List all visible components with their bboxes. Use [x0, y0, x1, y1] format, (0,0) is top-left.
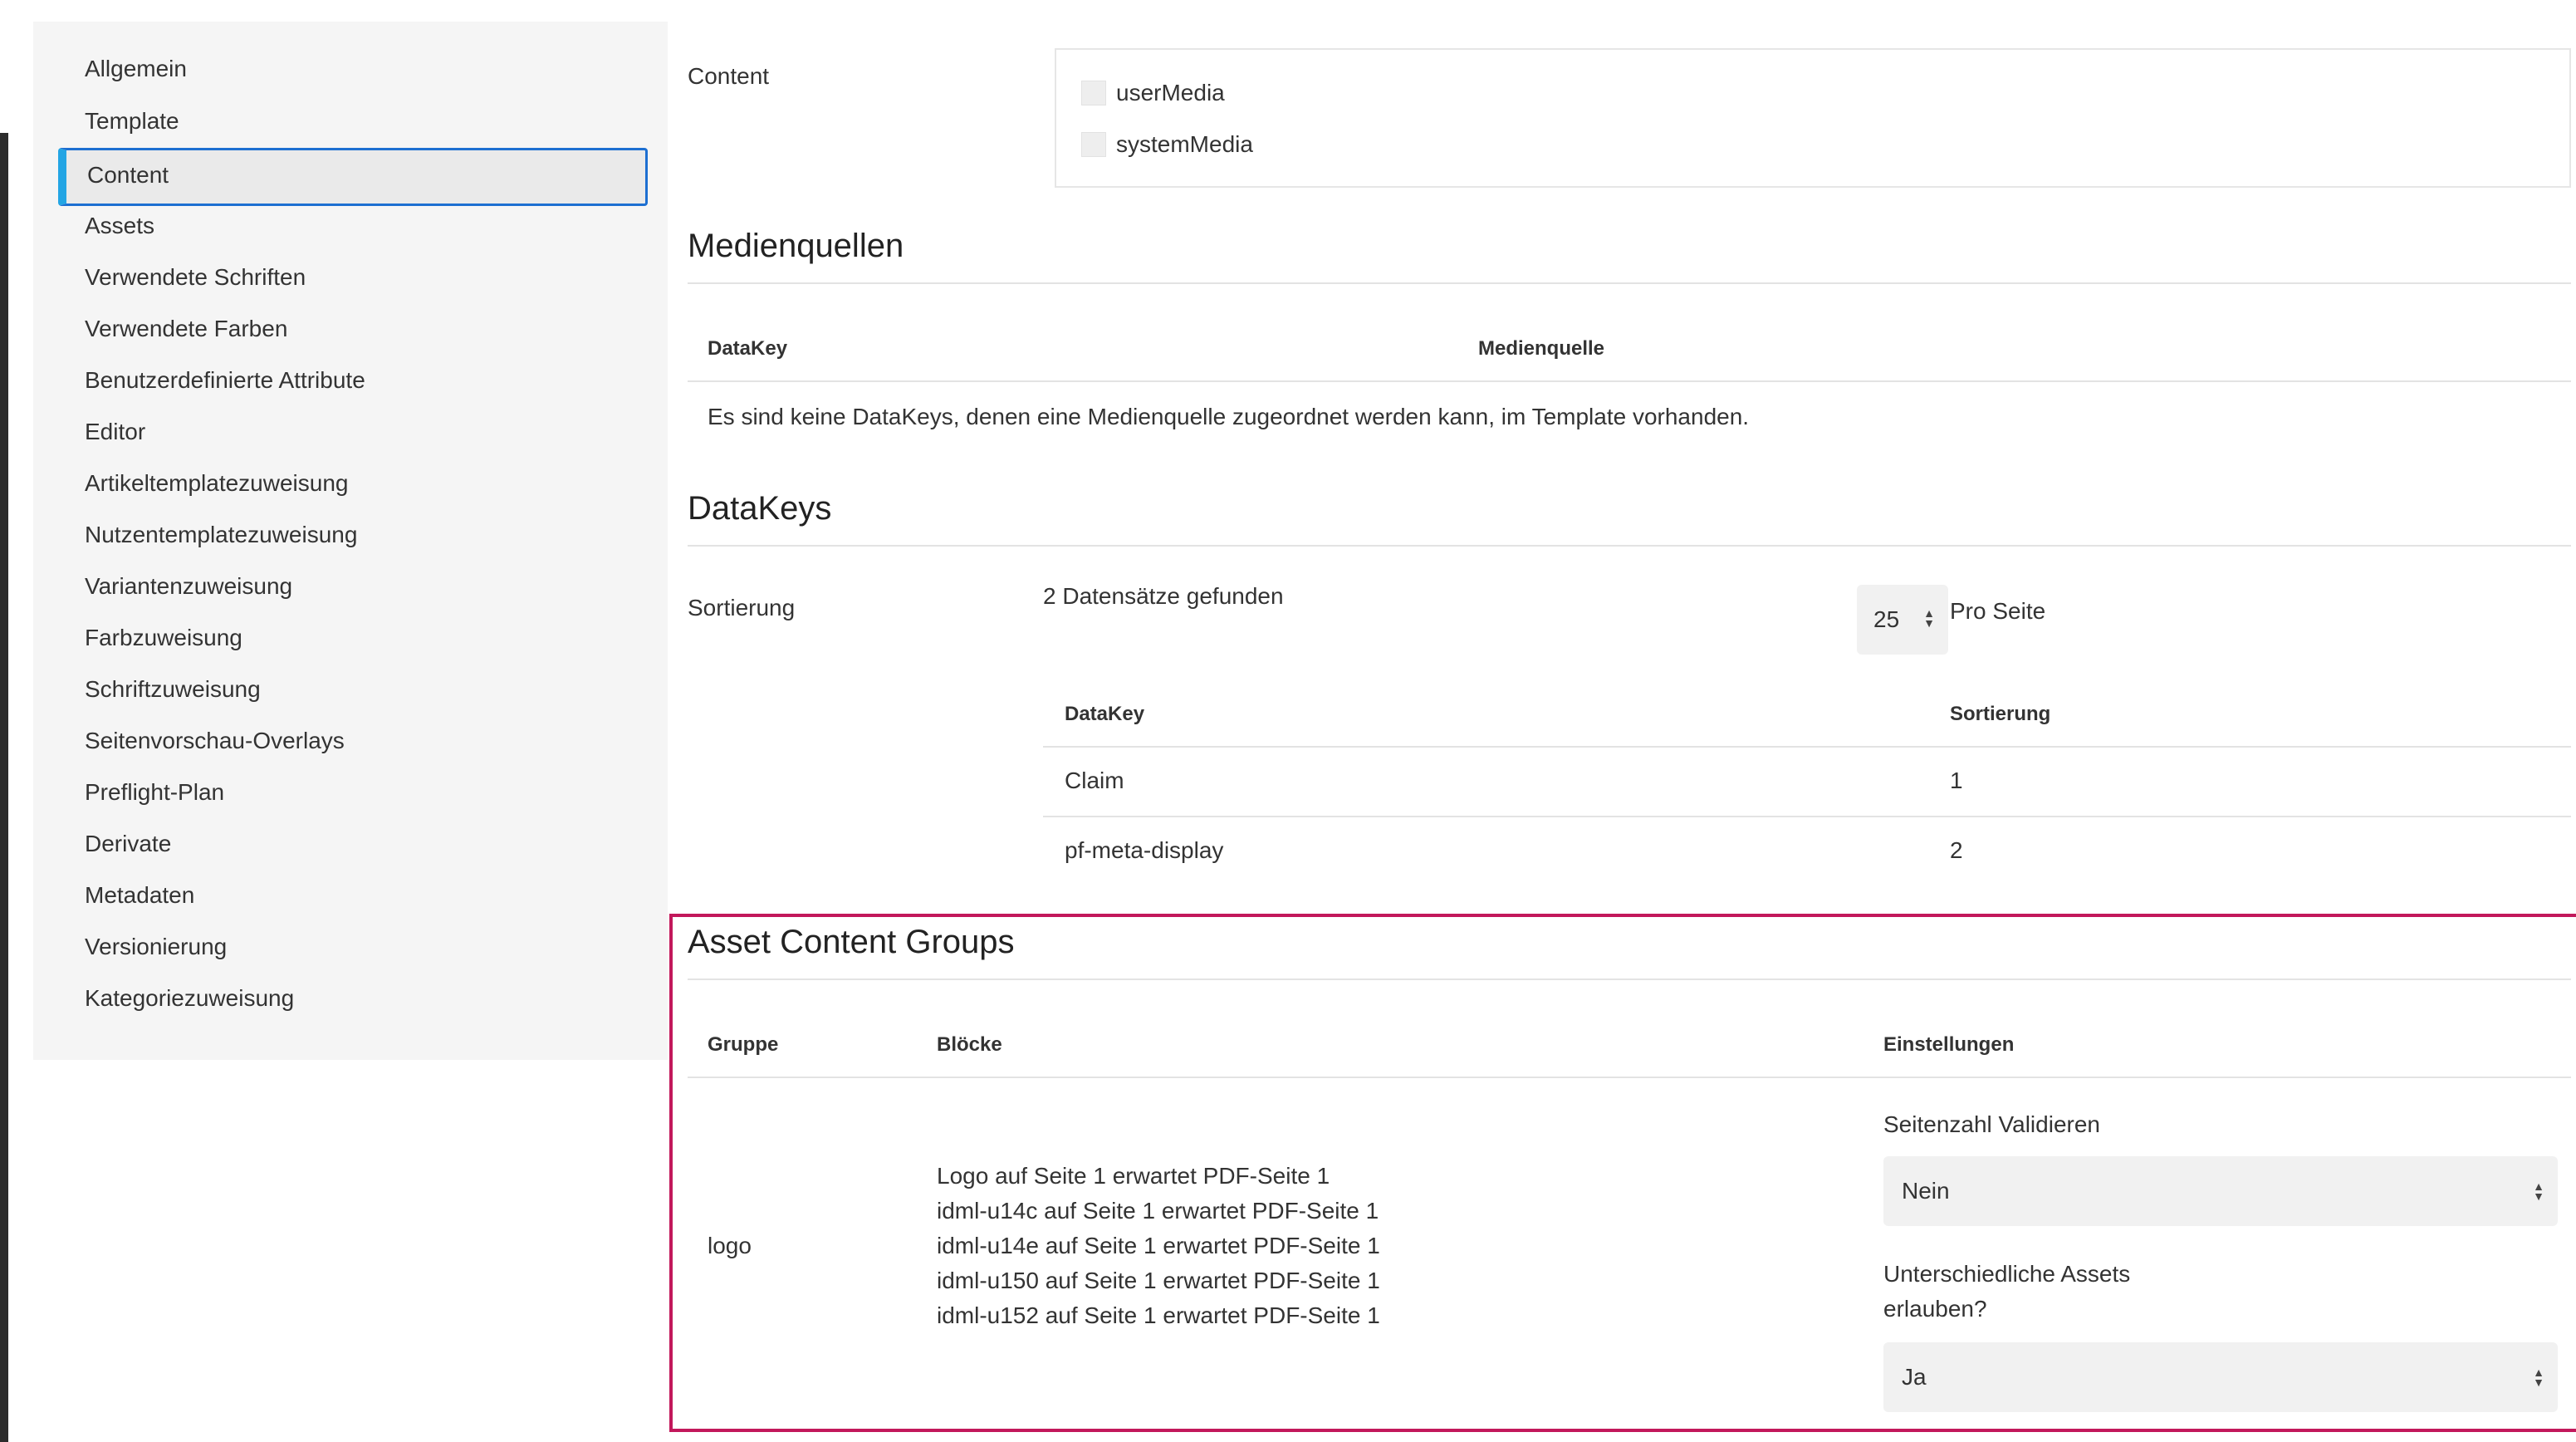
asset-col-einstellungen: Einstellungen	[1883, 1033, 2015, 1056]
sidebar-item-farben[interactable]: Verwendete Farben	[58, 302, 648, 356]
divider	[688, 545, 2571, 547]
per-page-value: 25	[1873, 606, 1900, 632]
medienquellen-col-datakey: DataKey	[708, 337, 788, 360]
medienquellen-col-medienquelle: Medienquelle	[1478, 337, 1605, 360]
datakey-row-2-key: pf-meta-display	[1065, 837, 1224, 863]
block-line-5: idml-u152 auf Seite 1 erwartet PDF-Seite…	[937, 1302, 1380, 1328]
asset-col-bloecke: Blöcke	[937, 1033, 1002, 1056]
per-page-select[interactable]: 25 ▲ ▼	[1857, 585, 1948, 655]
datakeys-col-sortierung: Sortierung	[1950, 703, 2051, 725]
datakeys-heading: DataKeys	[688, 490, 832, 527]
sidebar-item-artikeltemplatezuweisung[interactable]: Artikeltemplatezuweisung	[58, 456, 648, 511]
divider	[688, 1077, 2571, 1078]
sidebar: Allgemein Template Content Assets Verwen…	[33, 22, 668, 1060]
sidebar-item-metadaten[interactable]: Metadaten	[58, 868, 648, 923]
asset-group-name: logo	[708, 1233, 752, 1258]
assets-erlauben-label-line1: Unterschiedliche Assets	[1883, 1261, 2131, 1287]
select-arrows-icon: ▲ ▼	[2533, 1366, 2544, 1389]
asset-groups-heading: Asset Content Groups	[688, 924, 1015, 960]
block-line-2: idml-u14c auf Seite 1 erwartet PDF-Seite…	[937, 1198, 1379, 1224]
content-label: Content	[688, 63, 770, 89]
block-line-3: idml-u14e auf Seite 1 erwartet PDF-Seite…	[937, 1233, 1380, 1258]
medienquellen-heading: Medienquellen	[688, 228, 904, 264]
block-line-1: Logo auf Seite 1 erwartet PDF-Seite 1	[937, 1163, 1330, 1189]
divider	[688, 282, 2571, 284]
sidebar-item-kategoriezuweisung[interactable]: Kategoriezuweisung	[58, 971, 648, 1026]
assets-erlauben-select[interactable]: Ja ▲ ▼	[1883, 1342, 2558, 1412]
window-edge	[0, 133, 8, 1442]
sidebar-item-assets[interactable]: Assets	[58, 199, 648, 253]
divider	[1043, 746, 2571, 748]
sidebar-item-seitenvorschau[interactable]: Seitenvorschau-Overlays	[58, 714, 648, 768]
divider	[688, 380, 2571, 382]
systemmedia-checkbox[interactable]	[1081, 132, 1106, 157]
content-options-box: userMedia systemMedia	[1055, 48, 2571, 188]
sortierung-label: Sortierung	[688, 595, 796, 620]
block-line-4: idml-u150 auf Seite 1 erwartet PDF-Seite…	[937, 1268, 1380, 1293]
sidebar-item-editor[interactable]: Editor	[58, 405, 648, 459]
assets-erlauben-label-line2: erlauben?	[1883, 1296, 1987, 1322]
datakeys-found-text: 2 Datensätze gefunden	[1043, 583, 1284, 609]
medienquellen-empty-text: Es sind keine DataKeys, denen eine Medie…	[708, 404, 1750, 429]
sidebar-item-schriften[interactable]: Verwendete Schriften	[58, 250, 648, 305]
sidebar-item-schriftzuweisung[interactable]: Schriftzuweisung	[58, 662, 648, 717]
page: Allgemein Template Content Assets Verwen…	[0, 0, 2576, 1442]
datakey-row-2-sort: 2	[1950, 837, 1963, 863]
select-arrows-icon: ▲ ▼	[2533, 1180, 2544, 1203]
datakey-row-1-sort: 1	[1950, 768, 1963, 793]
usermedia-checkbox[interactable]	[1081, 81, 1106, 105]
option-usermedia[interactable]: userMedia	[1081, 76, 1225, 110]
seitenzahl-value: Nein	[1902, 1178, 1950, 1204]
seitenzahl-label: Seitenzahl Validieren	[1883, 1111, 2100, 1137]
assets-erlauben-value: Ja	[1902, 1364, 1927, 1390]
select-arrows-icon: ▲ ▼	[1923, 606, 1935, 630]
sidebar-item-versionierung[interactable]: Versionierung	[58, 920, 648, 974]
datakey-row-1-key: Claim	[1065, 768, 1124, 793]
sidebar-item-template[interactable]: Template	[58, 94, 648, 149]
divider	[688, 978, 2571, 980]
per-page-label: Pro Seite	[1950, 598, 2046, 624]
option-systemmedia[interactable]: systemMedia	[1081, 128, 1253, 161]
sidebar-item-farbzuweisung[interactable]: Farbzuweisung	[58, 611, 648, 665]
sidebar-item-attribute[interactable]: Benutzerdefinierte Attribute	[58, 353, 648, 408]
seitenzahl-select[interactable]: Nein ▲ ▼	[1883, 1156, 2558, 1226]
sidebar-item-derivate[interactable]: Derivate	[58, 817, 648, 871]
asset-col-gruppe: Gruppe	[708, 1033, 779, 1056]
sidebar-item-variantenzuweisung[interactable]: Variantenzuweisung	[58, 559, 648, 614]
divider	[1043, 816, 2571, 817]
sidebar-item-nutzentemplatezuweisung[interactable]: Nutzentemplatezuweisung	[58, 508, 648, 562]
sidebar-item-allgemein[interactable]: Allgemein	[58, 42, 648, 96]
usermedia-label: userMedia	[1116, 80, 1225, 105]
sidebar-item-content[interactable]: Content	[58, 148, 648, 206]
systemmedia-label: systemMedia	[1116, 131, 1253, 157]
datakeys-col-datakey: DataKey	[1065, 703, 1145, 725]
sidebar-item-preflight[interactable]: Preflight-Plan	[58, 765, 648, 820]
